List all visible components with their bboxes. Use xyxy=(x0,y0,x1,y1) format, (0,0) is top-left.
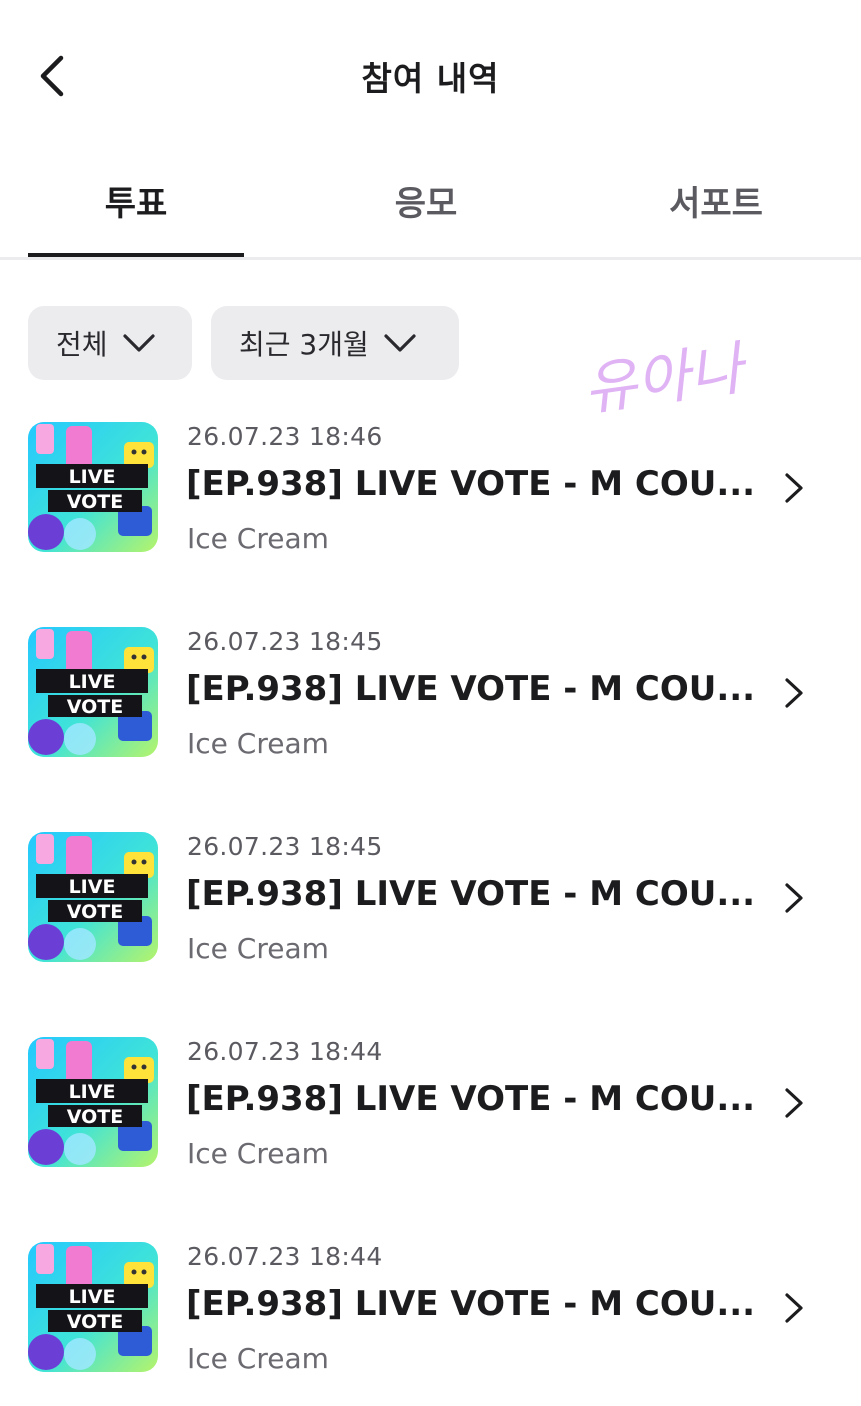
thumb-text-line1: LIVE xyxy=(69,466,116,488)
item-artist: Ice Cream xyxy=(187,1137,329,1170)
filter-type-dropdown[interactable]: 전체 xyxy=(28,306,192,380)
filter-type-label: 전체 xyxy=(56,328,108,361)
item-title: [EP.938] LIVE VOTE - M COU... xyxy=(186,874,756,914)
watermark-text: 유아나 xyxy=(579,333,753,422)
page-title: 참여 내역 xyxy=(361,59,500,98)
item-date: 26.07.23 18:45 xyxy=(187,832,383,861)
item-title: [EP.938] LIVE VOTE - M COU... xyxy=(186,1284,756,1324)
tab-support[interactable]: 서포트 xyxy=(608,176,824,256)
list-item[interactable]: LIVE VOTE 26.07.23 18:45 [EP.938] LIVE V… xyxy=(0,820,861,980)
header: 참여 내역 xyxy=(0,0,861,150)
active-tab-indicator xyxy=(28,253,244,257)
tab-entry[interactable]: 응모 xyxy=(318,176,534,256)
thumb-text-line1: LIVE xyxy=(69,876,116,898)
chevron-right-icon xyxy=(785,1293,803,1323)
tab-label: 응모 xyxy=(394,184,458,224)
chevron-right-icon xyxy=(785,678,803,708)
thumb-text-line2: VOTE xyxy=(67,1311,123,1333)
item-title: [EP.938] LIVE VOTE - M COU... xyxy=(186,1079,756,1119)
chevron-right-icon xyxy=(785,883,803,913)
item-artist: Ice Cream xyxy=(187,522,329,555)
item-artist: Ice Cream xyxy=(187,1342,329,1375)
vote-thumbnail: LIVE VOTE xyxy=(28,832,158,962)
item-date: 26.07.23 18:44 xyxy=(187,1242,383,1271)
list-item[interactable]: LIVE VOTE 26.07.23 18:45 [EP.938] LIVE V… xyxy=(0,615,861,775)
vote-thumbnail: LIVE VOTE xyxy=(28,627,158,757)
item-date: 26.07.23 18:44 xyxy=(187,1037,383,1066)
list-item[interactable]: LIVE VOTE 26.07.23 18:46 [EP.938] LIVE V… xyxy=(0,410,861,570)
filter-period-dropdown[interactable]: 최근 3개월 xyxy=(211,306,459,380)
thumb-text-line2: VOTE xyxy=(67,491,123,513)
list-item[interactable]: LIVE VOTE 26.07.23 18:44 [EP.938] LIVE V… xyxy=(0,1025,861,1185)
item-title: [EP.938] LIVE VOTE - M COU... xyxy=(186,464,756,504)
filter-period-label: 최근 3개월 xyxy=(239,328,369,361)
tab-bar: 투표 응모 서포트 xyxy=(0,160,861,260)
thumb-text-line1: LIVE xyxy=(69,1081,116,1103)
chevron-down-icon xyxy=(122,334,155,352)
list-item[interactable]: LIVE VOTE 26.07.23 18:44 [EP.938] LIVE V… xyxy=(0,1230,861,1390)
item-date: 26.07.23 18:45 xyxy=(187,627,383,656)
vote-thumbnail: LIVE VOTE xyxy=(28,422,158,552)
item-date: 26.07.23 18:46 xyxy=(187,422,383,451)
tab-vote[interactable]: 투표 xyxy=(28,176,244,256)
thumb-text-line2: VOTE xyxy=(67,696,123,718)
vote-thumbnail: LIVE VOTE xyxy=(28,1242,158,1372)
chevron-right-icon xyxy=(785,1088,803,1118)
thumb-text-line2: VOTE xyxy=(67,1106,123,1128)
item-title: [EP.938] LIVE VOTE - M COU... xyxy=(186,669,756,709)
watermark: 유아나 xyxy=(579,333,753,422)
tab-label: 서포트 xyxy=(669,184,763,224)
thumb-text-line2: VOTE xyxy=(67,901,123,923)
thumb-text-line1: LIVE xyxy=(69,671,116,693)
tab-label: 투표 xyxy=(104,184,168,224)
thumb-text-line1: LIVE xyxy=(69,1286,116,1308)
item-artist: Ice Cream xyxy=(187,932,329,965)
item-artist: Ice Cream xyxy=(187,727,329,760)
chevron-right-icon xyxy=(785,473,803,503)
vote-thumbnail: LIVE VOTE xyxy=(28,1037,158,1167)
chevron-down-icon xyxy=(384,334,416,352)
